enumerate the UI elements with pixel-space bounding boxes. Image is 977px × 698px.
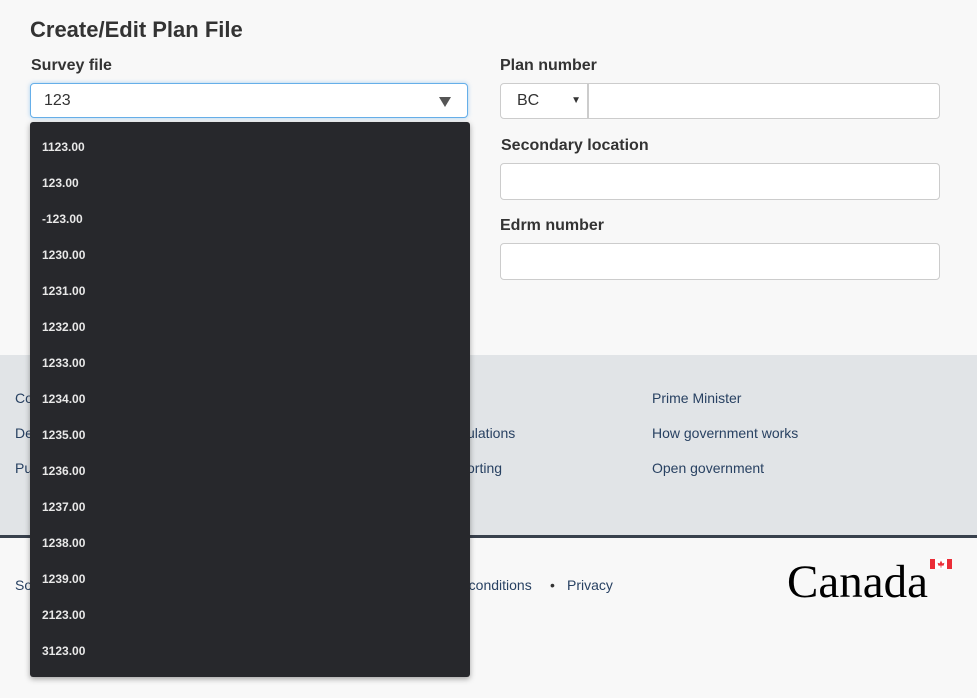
- footer-link-prime-minister[interactable]: Prime Minister: [652, 390, 741, 406]
- survey-file-value: 123: [44, 92, 71, 109]
- dropdown-option[interactable]: 1231.00: [42, 284, 85, 298]
- plan-number-prefix-value: BC: [517, 92, 540, 109]
- dropdown-option[interactable]: 3123.00: [42, 644, 85, 658]
- footer-link[interactable]: orting: [467, 460, 502, 476]
- wordmark-text: Canada: [787, 556, 928, 603]
- page-title: Create/Edit Plan File: [30, 17, 243, 42]
- privacy-link[interactable]: Privacy: [567, 577, 613, 593]
- flag-icon: [930, 559, 952, 569]
- footer-link[interactable]: Co: [15, 390, 30, 406]
- dropdown-option[interactable]: -123.00: [42, 212, 83, 226]
- dropdown-option[interactable]: 1232.00: [42, 320, 85, 334]
- edrm-number-input[interactable]: [500, 243, 940, 280]
- dropdown-option[interactable]: 1236.00: [42, 464, 85, 478]
- survey-file-label: Survey file: [31, 57, 112, 74]
- canada-wordmark-logo: Canada: [787, 556, 952, 603]
- footer-bottom-link[interactable]: So: [15, 577, 30, 593]
- footer-link[interactable]: De: [15, 425, 30, 441]
- dropdown-arrow-icon[interactable]: [439, 97, 451, 107]
- dropdown-option[interactable]: 1230.00: [42, 248, 85, 262]
- secondary-location-input[interactable]: [500, 163, 940, 200]
- edrm-number-label: Edrm number: [500, 217, 605, 234]
- footer-separator: •: [550, 577, 555, 593]
- dropdown-option[interactable]: 2123.00: [42, 608, 85, 622]
- dropdown-option[interactable]: 1235.00: [42, 428, 85, 442]
- footer-link-how-government-works[interactable]: How government works: [652, 425, 798, 441]
- dropdown-option[interactable]: 123.00: [42, 176, 79, 190]
- dropdown-option[interactable]: 1239.00: [42, 572, 85, 586]
- chevron-down-icon: ▼: [571, 95, 581, 106]
- dropdown-option[interactable]: 1234.00: [42, 392, 85, 406]
- plan-number-label: Plan number: [500, 57, 597, 74]
- dropdown-option[interactable]: 1233.00: [42, 356, 85, 370]
- survey-file-select[interactable]: 123: [30, 83, 468, 118]
- footer-link[interactable]: Pu: [15, 460, 30, 476]
- dropdown-option[interactable]: 1123.00: [42, 140, 85, 154]
- secondary-location-label: Secondary location: [501, 137, 649, 154]
- footer-link[interactable]: ulations: [467, 425, 515, 441]
- plan-number-input[interactable]: [588, 83, 940, 119]
- dropdown-option[interactable]: 1237.00: [42, 500, 85, 514]
- survey-file-dropdown-list[interactable]: 1123.00 123.00 -123.00 1230.00 1231.00 1…: [30, 122, 470, 677]
- footer-link-open-government[interactable]: Open government: [652, 460, 764, 476]
- dropdown-option[interactable]: 1238.00: [42, 536, 85, 550]
- plan-number-prefix-select[interactable]: BC ▼: [500, 83, 588, 119]
